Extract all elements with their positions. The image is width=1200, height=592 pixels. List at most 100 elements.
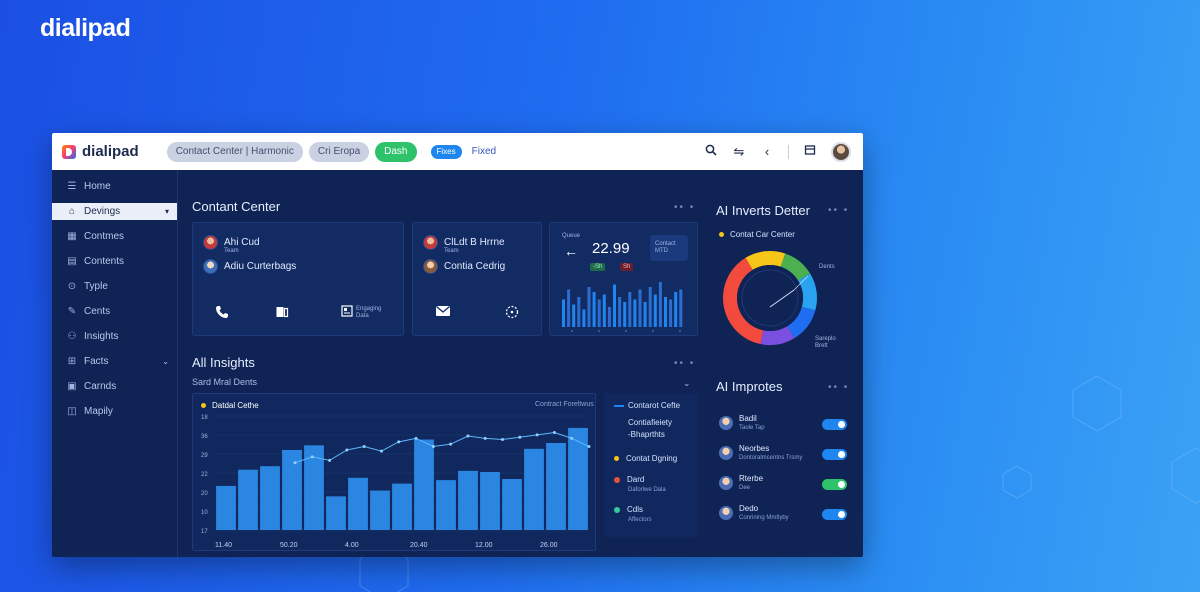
y-tick-label: 17: [201, 529, 208, 535]
queue-bar: [618, 297, 622, 327]
dots-circle-icon[interactable]: [505, 305, 519, 322]
search-icon[interactable]: [704, 144, 718, 159]
legend-text: Dard: [627, 475, 645, 484]
tag-icon: ⊞: [67, 356, 77, 367]
sidebar-item-cents[interactable]: ✎ Cents: [52, 303, 177, 320]
sidebar-item-label: Carnds: [84, 381, 117, 392]
user-avatar[interactable]: [831, 141, 851, 162]
back-icon[interactable]: ‹: [760, 144, 774, 159]
legend-sub: Affectors: [628, 517, 652, 523]
grid-icon[interactable]: [341, 305, 353, 320]
phone-icon[interactable]: [215, 305, 229, 322]
queue-card[interactable]: Queue ← 22.99 Contact MTD -Sh Sh: [549, 222, 698, 336]
chevron-down-icon[interactable]: ⌄: [683, 378, 691, 389]
sidebar-item-label: Contmes: [84, 231, 125, 242]
queue-bar: [582, 309, 586, 327]
more-options-icon[interactable]: •• •: [674, 202, 695, 213]
mail-icon[interactable]: [435, 305, 451, 320]
queue-bar: [674, 292, 678, 327]
insights-bar: [260, 466, 280, 530]
toggle-switch[interactable]: [822, 419, 847, 430]
y-tick-label: 20: [201, 491, 208, 497]
dash-pill[interactable]: Dash: [375, 141, 417, 162]
contact-person-2[interactable]: Adiu Curterbags: [203, 259, 296, 274]
sidebar-item-label: Cents: [84, 306, 111, 317]
sidebar-item-home[interactable]: ☰ Home: [52, 178, 177, 195]
copy-icon[interactable]: [275, 305, 289, 322]
top-icons: ⇋ ‹: [704, 133, 851, 170]
more-options-icon[interactable]: •• •: [674, 358, 695, 369]
contact-person-3[interactable]: ClLdt B Hrrne: [423, 235, 505, 250]
insights-chart-card: Datdal Cethe Contract Foreltwus 18 36 29 22…: [192, 393, 596, 551]
sidebar-item-insights[interactable]: ⚇ Insights: [52, 328, 177, 345]
queue-bar: [643, 302, 647, 327]
improte-item[interactable]: Badil Taole Tap: [719, 414, 765, 431]
insights-bar: [436, 480, 456, 530]
improte-sub: Taole Tap: [739, 425, 765, 431]
avatar: [423, 235, 438, 250]
sidebar-item-contents[interactable]: ▤ Contents: [52, 253, 177, 270]
line-point: [466, 434, 470, 438]
contact-card-1[interactable]: Ahi Cud Team Adiu Curterbags Engaging Da…: [192, 222, 404, 336]
legend-item-teal[interactable]: Cdls: [614, 505, 643, 514]
x-tick-label: 12.00: [475, 542, 493, 549]
more-options-icon[interactable]: •• •: [828, 205, 849, 216]
more-options-icon[interactable]: •• •: [828, 382, 849, 393]
link-icon[interactable]: ⇋: [732, 144, 746, 160]
queue-bar: [592, 292, 596, 327]
app-window: dialipad Contact Center | Harmonic Cri E…: [52, 133, 863, 557]
insights-bar: [216, 485, 236, 530]
sidebar-item-label: Mapily: [84, 406, 113, 417]
avatar: [719, 506, 733, 520]
sidebar-item-contmes[interactable]: ▦ Contmes: [52, 228, 177, 245]
queue-bar: [658, 282, 662, 327]
improte-item[interactable]: Dedo Conrining Mmtlyby: [719, 504, 789, 521]
line-point: [449, 442, 453, 446]
top-bar: dialipad Contact Center | Harmonic Cri E…: [52, 133, 863, 170]
queue-bar: [597, 299, 601, 327]
insights-bar: [458, 470, 478, 530]
sidebar-item-carnds[interactable]: ▣ Carnds: [52, 378, 177, 395]
contact-center-pill[interactable]: Contact Center | Harmonic: [166, 141, 303, 162]
toggle-switch[interactable]: [822, 479, 847, 490]
toggle-switch[interactable]: [822, 509, 847, 520]
improte-item[interactable]: Neorbes Dontoralmcentns Trsmy: [719, 444, 802, 461]
contact-sub: Team: [224, 248, 239, 254]
toggle-switch[interactable]: [822, 449, 847, 460]
contact-person-4[interactable]: Contia Cedrig: [423, 259, 505, 274]
fixes-badge[interactable]: Fixes: [430, 144, 462, 159]
shield-icon: ⊙: [67, 281, 77, 292]
insights-bar: [282, 449, 302, 530]
improte-name: Neorbes: [739, 444, 770, 453]
line-point: [310, 455, 314, 459]
x-tick-label: 4.00: [345, 542, 359, 549]
legend-item-red[interactable]: Dard: [614, 475, 644, 484]
avatar: [719, 446, 733, 460]
contact-card-2[interactable]: ClLdt B Hrrne Team Contia Cedrig: [412, 222, 542, 336]
region-pill[interactable]: Cri Eropa: [308, 141, 370, 162]
sidebar-item-mapily[interactable]: ◫ Mapily: [52, 403, 177, 420]
y-tick-label: 18: [201, 415, 208, 421]
legend-item-line[interactable]: Contarot Cefte: [614, 401, 680, 410]
legend-text: Contat Car Center: [730, 230, 795, 239]
document-icon: ▤: [67, 256, 77, 267]
insights-bar: [524, 448, 544, 530]
divider: [788, 144, 789, 159]
insights-bar: [326, 496, 346, 530]
improte-text: Neorbes Dontoralmcentns Trsmy: [739, 444, 802, 461]
inbox-icon[interactable]: [803, 144, 817, 159]
line-point: [518, 435, 522, 439]
y-tick-label: 36: [201, 434, 208, 440]
chevron-down-icon[interactable]: ⌄: [162, 357, 169, 366]
chevron-down-icon[interactable]: ▾: [165, 207, 169, 216]
legend-item-yellow[interactable]: Contat Dgning: [614, 454, 677, 463]
improte-item[interactable]: Rterbe Dee: [719, 474, 763, 491]
sidebar-item-facts[interactable]: ⊞ Facts ⌄: [52, 353, 177, 370]
sidebar-item-devings[interactable]: ⌂ Devings ▾: [52, 203, 177, 220]
sidebar-item-label: Contents: [84, 256, 125, 267]
sidebar-item-typle[interactable]: ⊙ Typle: [52, 278, 177, 295]
legend-dot: [614, 456, 619, 461]
line-point: [431, 444, 435, 448]
sidebar-item-label: Devings: [84, 206, 121, 217]
axis-tick: [652, 330, 654, 332]
